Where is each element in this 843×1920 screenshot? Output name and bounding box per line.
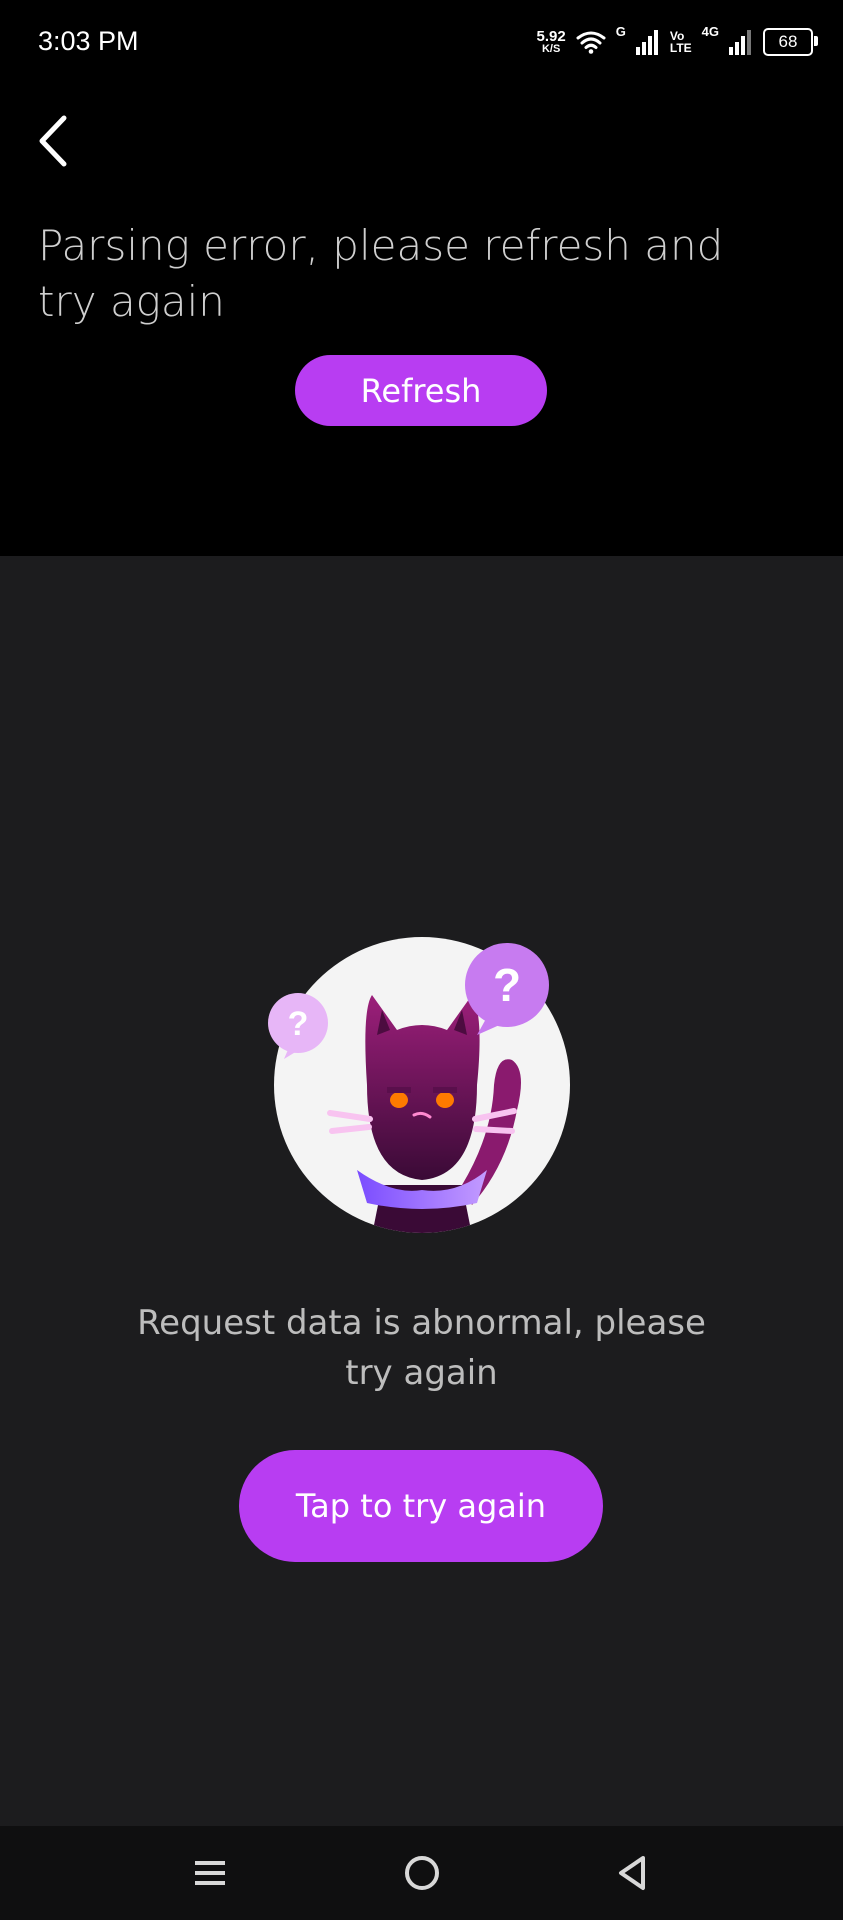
network-speed: 5.92 K/S <box>537 29 566 55</box>
top-error-panel: 3:03 PM 5.92 K/S G Vo LTE 4G 68 Parsing … <box>0 0 843 556</box>
nav-back-button[interactable] <box>602 1848 662 1898</box>
try-again-button[interactable]: Tap to try again <box>239 1450 603 1562</box>
wifi-icon <box>576 31 606 54</box>
refresh-button[interactable]: Refresh <box>295 355 547 426</box>
volte-bottom-label: LTE <box>669 41 692 55</box>
battery-level: 68 <box>778 32 798 51</box>
recent-apps-button[interactable] <box>180 1848 240 1898</box>
home-icon <box>405 1856 439 1890</box>
network-speed-unit: K/S <box>541 43 561 55</box>
svg-text:?: ? <box>288 1005 309 1043</box>
signal-type-label: G <box>615 24 626 39</box>
confused-cat-illustration: ? ? <box>268 937 570 1233</box>
system-navigation-bar <box>0 1826 843 1920</box>
home-button[interactable] <box>392 1848 452 1898</box>
status-icons: 5.92 K/S G Vo LTE 4G 68 <box>537 24 818 60</box>
network-type-label: 4G <box>701 24 719 39</box>
back-arrow-icon[interactable] <box>34 114 74 168</box>
parsing-error-message: Parsing error, please refresh and try ag… <box>38 221 724 326</box>
volte-indicator: Vo LTE <box>670 30 692 54</box>
request-error-message: Request data is abnormal, please try aga… <box>137 1303 706 1393</box>
svg-text:?: ? <box>493 959 521 1011</box>
signal-bars-icon <box>635 30 658 55</box>
menu-icon <box>195 1861 225 1885</box>
signal-bars-icon-2 <box>729 30 751 55</box>
network-speed-value: 5.92 <box>536 28 566 45</box>
battery-icon: 68 <box>763 28 818 56</box>
back-triangle-icon <box>619 1856 645 1890</box>
status-bar: 3:03 PM 5.92 K/S G Vo LTE 4G 68 <box>0 0 843 84</box>
status-time: 3:03 PM <box>38 26 139 56</box>
